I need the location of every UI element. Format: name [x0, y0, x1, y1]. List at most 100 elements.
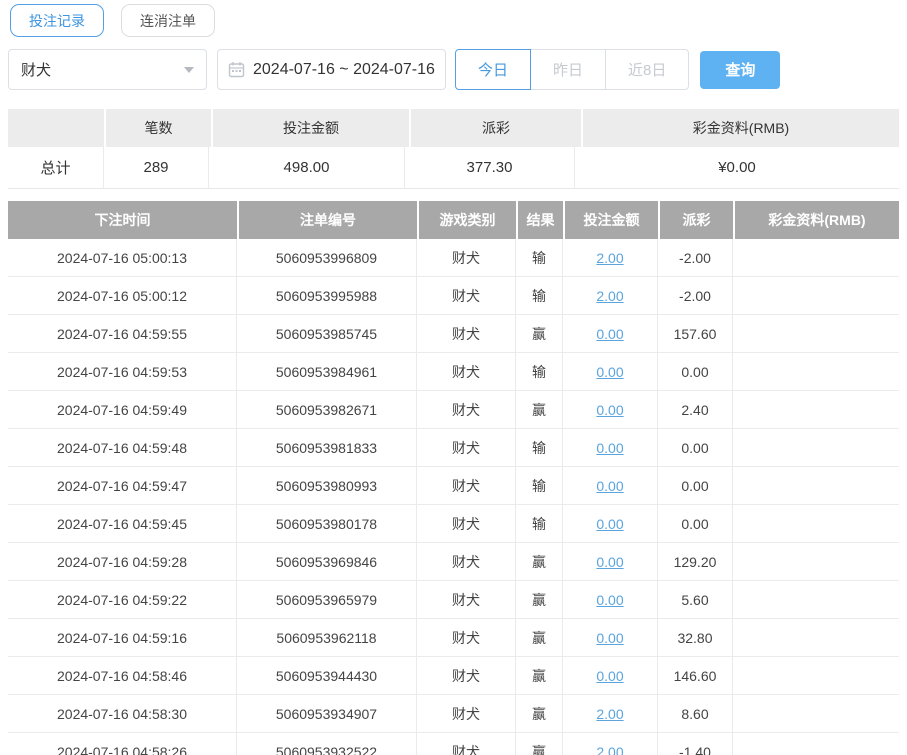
summary-header-blank [8, 109, 104, 147]
bet-amount-link[interactable]: 2.00 [596, 744, 623, 755]
summary-total-count: 289 [104, 147, 209, 188]
payout-cell: 0.00 [658, 429, 733, 466]
payout-cell: 0.00 [658, 467, 733, 504]
date-range-value: 2024-07-16 ~ 2024-07-16 [253, 60, 435, 78]
table-row: 2024-07-16 04:59:45 5060953980178 财犬 输 0… [8, 505, 899, 543]
bet-table-body: 2024-07-16 05:00:13 5060953996809 财犬 输 2… [8, 239, 899, 755]
game-type-cell: 财犬 [417, 429, 516, 466]
payout-cell: -1.40 [658, 733, 733, 755]
table-row: 2024-07-16 04:59:53 5060953984961 财犬 输 0… [8, 353, 899, 391]
bet-amount-link[interactable]: 2.00 [596, 288, 623, 304]
bet-time-cell: 2024-07-16 04:59:28 [8, 543, 237, 580]
yesterday-button[interactable]: 昨日 [530, 49, 607, 90]
summary-header-count: 笔数 [106, 109, 211, 147]
summary-total-label: 总计 [8, 147, 104, 188]
order-number-cell: 5060953996809 [237, 239, 417, 276]
bet-time-cell: 2024-07-16 04:59:22 [8, 581, 237, 618]
bet-amount-cell: 0.00 [563, 543, 658, 580]
tab-cancelled-orders-label: 连消注单 [140, 12, 196, 29]
bet-amount-link[interactable]: 0.00 [596, 554, 623, 570]
top-tabs: 投注记录 连消注单 [0, 0, 907, 37]
bet-time-cell: 2024-07-16 04:58:46 [8, 657, 237, 694]
bet-time-cell: 2024-07-16 04:58:30 [8, 695, 237, 732]
bet-amount-link[interactable]: 0.00 [596, 478, 623, 494]
game-type-cell: 财犬 [417, 391, 516, 428]
bet-time-cell: 2024-07-16 04:59:49 [8, 391, 237, 428]
bet-time-cell: 2024-07-16 05:00:13 [8, 239, 237, 276]
bet-time-cell: 2024-07-16 05:00:12 [8, 277, 237, 314]
game-type-cell: 财犬 [417, 467, 516, 504]
bet-time-cell: 2024-07-16 04:59:16 [8, 619, 237, 656]
bet-time-cell: 2024-07-16 04:59:47 [8, 467, 237, 504]
bonus-cell [733, 505, 899, 542]
header-result: 结果 [518, 201, 563, 239]
bet-amount-link[interactable]: 0.00 [596, 326, 623, 342]
query-button[interactable]: 查询 [700, 50, 781, 89]
bet-amount-link[interactable]: 0.00 [596, 668, 623, 684]
order-number-cell: 5060953965979 [237, 581, 417, 618]
tab-bet-records-label: 投注记录 [29, 12, 85, 29]
bet-amount-link[interactable]: 0.00 [596, 592, 623, 608]
summary-table: 笔数 投注金额 派彩 彩金资料(RMB) 总计 289 498.00 377.3… [8, 109, 899, 189]
summary-total-bonus: ¥0.00 [575, 147, 899, 188]
bet-amount-cell: 2.00 [563, 239, 658, 276]
payout-cell: -2.00 [658, 277, 733, 314]
bonus-cell [733, 733, 899, 755]
order-number-cell: 5060953934907 [237, 695, 417, 732]
summary-total-payout: 377.30 [405, 147, 575, 188]
table-row: 2024-07-16 04:59:55 5060953985745 财犬 赢 0… [8, 315, 899, 353]
summary-header-row: 笔数 投注金额 派彩 彩金资料(RMB) [8, 109, 899, 147]
bet-amount-link[interactable]: 0.00 [596, 440, 623, 456]
game-type-cell: 财犬 [417, 239, 516, 276]
payout-cell: 5.60 [658, 581, 733, 618]
bet-amount-link[interactable]: 2.00 [596, 706, 623, 722]
payout-cell: 2.40 [658, 391, 733, 428]
result-cell: 输 [516, 353, 563, 390]
bet-amount-link[interactable]: 2.00 [596, 250, 623, 266]
payout-cell: 32.80 [658, 619, 733, 656]
order-number-cell: 5060953944430 [237, 657, 417, 694]
bonus-cell [733, 277, 899, 314]
order-number-cell: 5060953982671 [237, 391, 417, 428]
bonus-cell [733, 657, 899, 694]
filter-bar: 财犬 2024-07-16 ~ 2024-07-16 今日 昨日 近8日 查询 [8, 49, 907, 90]
bet-amount-link[interactable]: 0.00 [596, 516, 623, 532]
order-number-cell: 5060953985745 [237, 315, 417, 352]
result-cell: 输 [516, 429, 563, 466]
bonus-cell [733, 315, 899, 352]
tab-cancelled-orders[interactable]: 连消注单 [121, 4, 215, 37]
game-type-cell: 财犬 [417, 353, 516, 390]
bet-amount-cell: 0.00 [563, 391, 658, 428]
game-type-cell: 财犬 [417, 619, 516, 656]
bet-amount-cell: 2.00 [563, 695, 658, 732]
summary-header-bonus: 彩金资料(RMB) [583, 109, 899, 147]
game-type-cell: 财犬 [417, 315, 516, 352]
bet-amount-link[interactable]: 0.00 [596, 630, 623, 646]
table-row: 2024-07-16 04:59:47 5060953980993 财犬 输 0… [8, 467, 899, 505]
tab-bet-records[interactable]: 投注记录 [10, 4, 104, 37]
bet-amount-link[interactable]: 0.00 [596, 402, 623, 418]
last-8-days-button[interactable]: 近8日 [605, 49, 690, 90]
game-type-cell: 财犬 [417, 505, 516, 542]
result-cell: 赢 [516, 695, 563, 732]
summary-header-payout: 派彩 [411, 109, 581, 147]
game-select-value: 财犬 [21, 62, 52, 79]
header-game-type: 游戏类别 [419, 201, 516, 239]
bet-amount-cell: 0.00 [563, 581, 658, 618]
date-range-input[interactable]: 2024-07-16 ~ 2024-07-16 [217, 49, 446, 90]
chevron-down-icon [184, 66, 194, 73]
bonus-cell [733, 391, 899, 428]
result-cell: 赢 [516, 619, 563, 656]
bonus-cell [733, 429, 899, 466]
today-button[interactable]: 今日 [455, 49, 532, 90]
game-select[interactable]: 财犬 [8, 49, 207, 90]
bet-table-header: 下注时间 注单编号 游戏类别 结果 投注金额 派彩 彩金资料(RMB) [8, 201, 899, 239]
quick-date-buttons: 今日 昨日 近8日 [455, 49, 690, 90]
payout-cell: 0.00 [658, 505, 733, 542]
bet-amount-cell: 0.00 [563, 505, 658, 542]
bet-amount-link[interactable]: 0.00 [596, 364, 623, 380]
table-row: 2024-07-16 04:59:49 5060953982671 财犬 赢 0… [8, 391, 899, 429]
order-number-cell: 5060953962118 [237, 619, 417, 656]
order-number-cell: 5060953980178 [237, 505, 417, 542]
bet-time-cell: 2024-07-16 04:59:45 [8, 505, 237, 542]
